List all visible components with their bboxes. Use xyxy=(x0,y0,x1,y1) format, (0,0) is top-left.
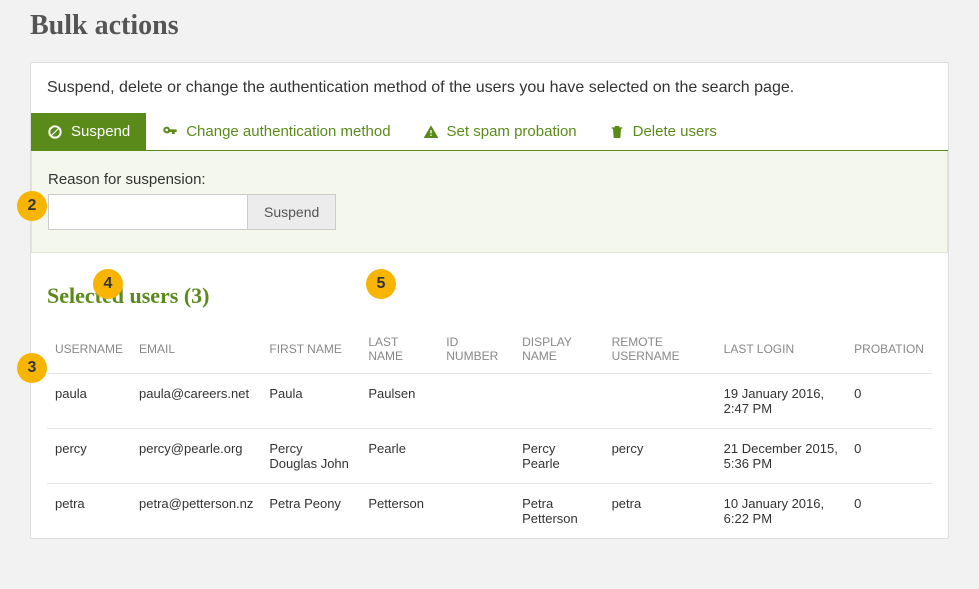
cell-id xyxy=(438,429,514,484)
th-last: LAST NAME xyxy=(360,325,438,374)
page-title: Bulk actions xyxy=(30,0,949,62)
th-id: ID NUMBER xyxy=(438,325,514,374)
th-remote: REMOTE USERNAME xyxy=(604,325,716,374)
cell-email: percy@pearle.org xyxy=(131,429,261,484)
cell-username: petra xyxy=(47,484,131,539)
tab-delete-users[interactable]: Delete users xyxy=(593,113,733,150)
cell-first: Percy Douglas John xyxy=(261,429,360,484)
tab-label: Suspend xyxy=(71,123,130,140)
cell-username: percy xyxy=(47,429,131,484)
tab-spam-probation[interactable]: Set spam probation xyxy=(407,113,593,150)
annotation-marker-2: 2 xyxy=(17,191,47,221)
users-tbody: paula paula@careers.net Paula Paulsen 19… xyxy=(47,374,932,539)
cell-probation: 0 xyxy=(846,374,932,429)
tab-change-auth[interactable]: Change authentication method xyxy=(146,113,406,150)
suspend-button[interactable]: Suspend xyxy=(248,194,336,230)
key-icon xyxy=(162,124,178,140)
intro-text: Suspend, delete or change the authentica… xyxy=(47,79,932,97)
reason-input[interactable] xyxy=(48,194,248,230)
tab-suspend[interactable]: Suspend xyxy=(31,113,146,150)
cell-lastlogin: 10 January 2016, 6:22 PM xyxy=(716,484,847,539)
cell-username: paula xyxy=(47,374,131,429)
th-lastlogin: LAST LOGIN xyxy=(716,325,847,374)
table-row: paula paula@careers.net Paula Paulsen 19… xyxy=(47,374,932,429)
cell-probation: 0 xyxy=(846,429,932,484)
cell-first: Paula xyxy=(261,374,360,429)
cell-probation: 0 xyxy=(846,484,932,539)
cell-id xyxy=(438,374,514,429)
cell-lastlogin: 19 January 2016, 2:47 PM xyxy=(716,374,847,429)
cell-display xyxy=(514,374,603,429)
tab-label: Change authentication method xyxy=(186,123,390,140)
cell-remote: percy xyxy=(604,429,716,484)
th-probation: PROBATION xyxy=(846,325,932,374)
ban-icon xyxy=(47,124,63,140)
tab-label: Set spam probation xyxy=(447,123,577,140)
tabs: Suspend Change authentication method Set… xyxy=(31,113,948,151)
cell-display: Percy Pearle xyxy=(514,429,603,484)
th-email: EMAIL xyxy=(131,325,261,374)
cell-display: Petra Petterson xyxy=(514,484,603,539)
cell-lastlogin: 21 December 2015, 5:36 PM xyxy=(716,429,847,484)
cell-id xyxy=(438,484,514,539)
annotation-marker-3: 3 xyxy=(17,353,47,383)
cell-last: Petterson xyxy=(360,484,438,539)
cell-last: Pearle xyxy=(360,429,438,484)
panel: 2 3 4 5 Suspend, delete or change the au… xyxy=(30,62,949,539)
annotation-marker-5: 5 xyxy=(366,269,396,299)
table-row: petra petra@petterson.nz Petra Peony Pet… xyxy=(47,484,932,539)
cell-remote: petra xyxy=(604,484,716,539)
selected-users-title: Selected users (3) xyxy=(47,283,932,309)
cell-remote xyxy=(604,374,716,429)
cell-last: Paulsen xyxy=(360,374,438,429)
cell-email: paula@careers.net xyxy=(131,374,261,429)
cell-first: Petra Peony xyxy=(261,484,360,539)
annotation-marker-4: 4 xyxy=(93,269,123,299)
cell-email: petra@petterson.nz xyxy=(131,484,261,539)
th-first: FIRST NAME xyxy=(261,325,360,374)
warning-icon xyxy=(423,124,439,140)
suspend-panel: Reason for suspension: Suspend xyxy=(31,151,948,253)
th-username: USERNAME xyxy=(47,325,131,374)
reason-label: Reason for suspension: xyxy=(48,171,931,188)
tab-label: Delete users xyxy=(633,123,717,140)
users-table: USERNAME EMAIL FIRST NAME LAST NAME ID N… xyxy=(47,325,932,538)
trash-icon xyxy=(609,124,625,140)
th-display: DISPLAY NAME xyxy=(514,325,603,374)
table-row: percy percy@pearle.org Percy Douglas Joh… xyxy=(47,429,932,484)
